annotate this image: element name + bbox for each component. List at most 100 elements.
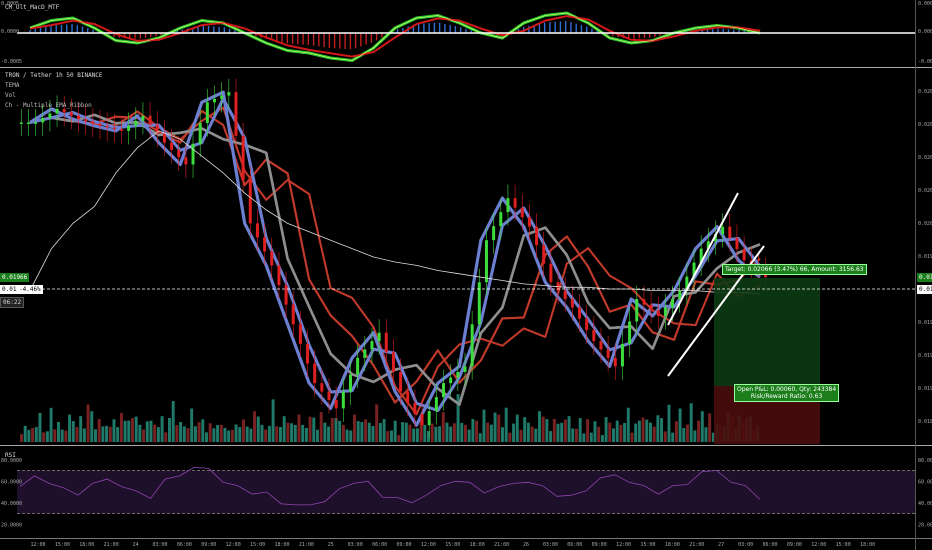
volume-bar xyxy=(486,422,490,442)
time-x-tick: 27 xyxy=(718,542,724,548)
candle-body xyxy=(241,135,245,180)
price-y-tick: 0.02080 xyxy=(918,89,932,95)
candle-body xyxy=(119,129,123,131)
volume-bar xyxy=(71,421,75,442)
volume-bar xyxy=(586,419,590,442)
candle-body xyxy=(298,324,302,344)
volume-bar xyxy=(526,422,530,442)
volume-bar xyxy=(90,411,94,442)
price-y-tick: 0.01940 xyxy=(918,320,932,326)
time-x-tick: 21:00 xyxy=(494,542,509,548)
volume-bar xyxy=(97,419,101,442)
volume-bar xyxy=(563,419,567,442)
volume-bar xyxy=(541,416,545,442)
profit-zone xyxy=(714,278,820,386)
volume-bar xyxy=(201,419,205,442)
volume-bar xyxy=(338,420,342,442)
volume-bar xyxy=(116,427,120,442)
volume-bar xyxy=(45,431,49,442)
time-x-tick: 18:00 xyxy=(470,542,485,548)
candle-body xyxy=(141,115,145,121)
volume-bar xyxy=(501,427,504,442)
candle-body xyxy=(456,371,460,378)
volume-bar xyxy=(253,411,257,442)
time-x-tick: 09:00 xyxy=(201,542,216,548)
volume-bar xyxy=(538,411,541,442)
rsi-y-tick: 80.0000 xyxy=(918,458,932,464)
time-x-tick: 18:00 xyxy=(274,542,289,548)
time-x-tick: 15:00 xyxy=(445,542,460,548)
time-x-tick: 09:00 xyxy=(787,542,802,548)
volume-bar xyxy=(230,429,234,442)
time-x-tick: 12:00 xyxy=(226,542,241,548)
candle-body xyxy=(291,304,295,325)
volume-bar xyxy=(656,415,660,442)
volume-bar xyxy=(682,428,686,442)
candle-body xyxy=(213,98,216,103)
volume-bar xyxy=(197,422,201,442)
time-x-tick: 18:00 xyxy=(79,542,94,548)
price-y-tick: 0.02020 xyxy=(918,188,932,194)
volume-bar xyxy=(219,424,223,442)
volume-bar xyxy=(534,428,538,442)
volume-bar xyxy=(153,424,157,442)
candle-body xyxy=(671,299,675,308)
candle-body xyxy=(69,112,73,116)
volume-bar xyxy=(356,421,360,442)
target-box[interactable]: Target: 0.02066 (3.47%) 66, Amount: 3156… xyxy=(722,264,867,275)
candle-body xyxy=(205,102,209,124)
volume-bar xyxy=(530,426,534,442)
volume-bar xyxy=(693,430,697,442)
volume-bar xyxy=(123,420,127,442)
time-x-tick: 21:00 xyxy=(104,542,119,548)
volume-bar xyxy=(304,427,308,442)
volume-bar xyxy=(293,424,297,442)
volume-bar xyxy=(145,421,149,442)
price-y-tick: 0.01880 xyxy=(918,419,932,425)
candle-body xyxy=(84,119,88,122)
rsi-y-tick-left: 60.0000 xyxy=(1,479,22,485)
price-y-tick: 0.01980 xyxy=(918,254,932,260)
right-tag-current: 0.01962 xyxy=(917,285,932,294)
volume-bar xyxy=(256,416,260,442)
volume-bar xyxy=(467,429,471,442)
rsi-y-tick-left: 20.0000 xyxy=(1,522,22,528)
candle-body xyxy=(177,149,181,158)
time-x-tick: 15:00 xyxy=(640,542,655,548)
candle-body xyxy=(613,357,617,367)
volume-bar xyxy=(478,433,482,442)
macd-y-tick: -0.0005 xyxy=(918,59,932,65)
candle-body xyxy=(542,245,546,264)
volume-bar xyxy=(689,403,693,442)
price-y-tick: 0.02040 xyxy=(918,155,932,161)
trading-chart[interactable]: 0.00050.00050.00000.0000-0.0005-0.00050.… xyxy=(0,0,932,550)
volume-bar xyxy=(31,428,35,442)
volume-bar xyxy=(286,422,290,442)
rsi-title: RSI xyxy=(5,452,16,459)
open-pnl-box[interactable]: Open P&L: 0.00060, Qty: 243384 Risk/Rewa… xyxy=(734,384,840,402)
candle-body xyxy=(527,217,531,227)
volume-bar xyxy=(101,426,105,442)
candle-body xyxy=(549,263,553,283)
volume-bar xyxy=(630,432,634,442)
candle-body xyxy=(127,125,131,131)
volume-bar xyxy=(327,426,331,442)
candle-body xyxy=(277,265,281,286)
volume-bar xyxy=(397,435,401,442)
volume-bar xyxy=(371,425,375,442)
candle-body xyxy=(642,299,646,305)
candle-body xyxy=(413,402,417,414)
volume-bar xyxy=(223,427,227,442)
candle-body xyxy=(470,324,474,367)
volume-bar xyxy=(593,421,597,442)
volume-bar xyxy=(427,431,430,442)
time-x-tick: 03:00 xyxy=(543,542,558,548)
volume-bar xyxy=(42,432,46,442)
candle-body xyxy=(420,413,424,426)
volume-bar xyxy=(190,408,194,442)
volume-bar xyxy=(704,427,708,442)
candle-body xyxy=(678,290,682,300)
candle-body xyxy=(506,198,510,213)
volume-bar xyxy=(645,419,649,442)
candle-body xyxy=(663,307,667,316)
